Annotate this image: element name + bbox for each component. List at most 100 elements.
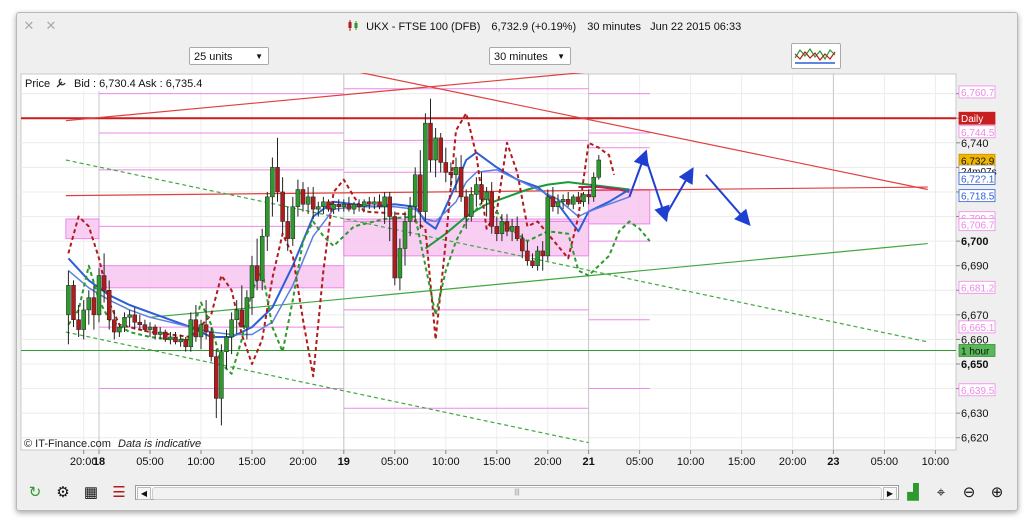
candle-body xyxy=(479,184,484,200)
candle-body xyxy=(341,203,347,207)
settings-icon[interactable]: ⚙ xyxy=(53,483,73,503)
candle-body xyxy=(168,336,173,340)
candle-body xyxy=(438,137,443,163)
price-tag-label: 6,681.2 xyxy=(961,283,995,294)
candle-body xyxy=(423,122,428,212)
x-axis[interactable]: 20:00 18 05:00 10:00 15:00 20:00 19 05:00 10:00 1… xyxy=(70,450,949,468)
list-icon[interactable]: ☰ xyxy=(109,483,129,503)
candle-body xyxy=(540,250,545,257)
candle-body xyxy=(229,319,234,338)
scroll-left-icon[interactable]: ◀ xyxy=(137,487,151,500)
scroll-right-icon[interactable]: ▶ xyxy=(883,487,897,500)
candle-body xyxy=(520,238,525,252)
candle-body xyxy=(275,167,280,193)
candle-body xyxy=(101,275,107,291)
x-tick-label: 15:00 xyxy=(483,456,511,468)
candle-body xyxy=(530,260,535,266)
candle-body xyxy=(535,250,540,266)
x-tick-label: 21 xyxy=(582,456,594,468)
candle-body xyxy=(443,162,449,173)
candle-body xyxy=(203,324,209,333)
candle-body xyxy=(555,201,561,207)
candle-body xyxy=(96,275,102,316)
price-tag: 6,639.5 xyxy=(958,383,996,397)
zoom-fit-icon[interactable]: ⌖ xyxy=(931,483,951,503)
price-change: (+0.19%) xyxy=(531,21,577,33)
x-tick-label: 05:00 xyxy=(136,456,164,468)
candle-body xyxy=(591,176,596,198)
units-dropdown[interactable]: 25 units ▼ xyxy=(189,47,269,65)
candle-body xyxy=(254,265,260,281)
candle-body xyxy=(509,226,515,232)
candle-body xyxy=(377,201,382,207)
candle xyxy=(392,211,398,286)
indicators-button[interactable] xyxy=(791,43,841,69)
calculator-icon[interactable]: ▦ xyxy=(81,483,101,503)
candle-body xyxy=(382,196,387,207)
candle-body xyxy=(122,317,127,328)
close-icon[interactable]: ✕ xyxy=(23,19,35,32)
price-tag-label: 6,744.5 xyxy=(961,128,995,139)
price-tag-label: 6,706.7 xyxy=(961,221,995,232)
x-tick-label: 10:00 xyxy=(187,456,215,468)
price-tag-label: 6,665.1 xyxy=(961,323,995,334)
price-tag: Daily xyxy=(958,111,996,125)
candle-body xyxy=(188,319,194,348)
bottom-toolbar: ↻ ⚙ ▦ ☰ ◀ ||| ▶ ▟ ⌖ ⊖ ⊕ xyxy=(17,478,1017,510)
bar-chart-icon[interactable]: ▟ xyxy=(903,483,923,503)
scroll-thumb[interactable]: ||| xyxy=(152,487,882,500)
window-title: UKX - FTSE 100 (DFB) 6,732.9 (+0.19%) 30… xyxy=(347,20,741,33)
candle-body xyxy=(596,159,602,178)
candle-body xyxy=(208,331,214,357)
candle-body xyxy=(448,172,454,176)
candle-body xyxy=(331,203,336,210)
candle-body xyxy=(142,324,148,330)
x-tick-label: 20:00 xyxy=(534,456,562,468)
candle-body xyxy=(198,324,204,338)
candle-body xyxy=(351,203,357,210)
candle-body xyxy=(112,319,117,333)
candle-body xyxy=(346,203,352,210)
candle xyxy=(545,189,551,261)
x-tick-label: 10:00 xyxy=(432,456,460,468)
y-tick-label: 6,740 xyxy=(961,138,989,150)
zoom-in-icon[interactable]: ⊕ xyxy=(987,483,1007,503)
candle-body xyxy=(76,319,81,330)
candle-body xyxy=(336,203,341,207)
candle-body xyxy=(193,319,199,338)
zoom-out-icon[interactable]: ⊖ xyxy=(959,483,979,503)
minimize-icon[interactable]: ✕ xyxy=(45,19,57,32)
copyright-text: © IT-Finance.com xyxy=(24,438,111,450)
candle-body xyxy=(321,201,326,207)
price-tag: 6,72?.1 xyxy=(958,172,996,185)
chevron-down-icon: ▼ xyxy=(255,52,263,61)
x-tick-label: 15:00 xyxy=(238,456,266,468)
candle-body xyxy=(224,336,229,352)
instrument-name: UKX - FTSE 100 (DFB) xyxy=(366,21,481,33)
price-tag: 6,681.2 xyxy=(958,280,996,294)
plot-area[interactable] xyxy=(20,73,957,451)
candle-body xyxy=(91,297,97,316)
candle-body xyxy=(407,206,413,222)
y-tick-label: 6,690 xyxy=(961,261,989,273)
price-tag: 1 hour xyxy=(958,344,996,357)
candle-body xyxy=(576,196,581,203)
candle-body xyxy=(367,201,372,205)
candle xyxy=(423,113,428,222)
x-tick-label: 23 xyxy=(827,456,839,468)
refresh-chart-icon[interactable]: ↻ xyxy=(25,483,45,503)
candle-body xyxy=(469,194,474,217)
interval-dropdown[interactable]: 30 minutes ▼ xyxy=(489,47,571,65)
candle-body xyxy=(428,122,433,161)
x-tick-label: 10:00 xyxy=(677,456,705,468)
candle-body xyxy=(183,339,188,348)
candle-body xyxy=(453,167,459,176)
x-tick-label: 20:00 xyxy=(289,456,317,468)
time-scrollbar[interactable]: ◀ ||| ▶ xyxy=(135,485,899,500)
candle-body xyxy=(499,221,505,234)
info-bar: Price Bid : 6,730.4 Ask : 6,735.4 xyxy=(22,75,207,91)
price-tag-label: 6,72?.1 xyxy=(961,174,995,185)
price-chart[interactable]: 6,6206,6306,6506,6606,6706,6906,7006,740… xyxy=(17,73,1017,478)
candle-body xyxy=(586,194,591,198)
candlestick-icon xyxy=(348,20,358,31)
